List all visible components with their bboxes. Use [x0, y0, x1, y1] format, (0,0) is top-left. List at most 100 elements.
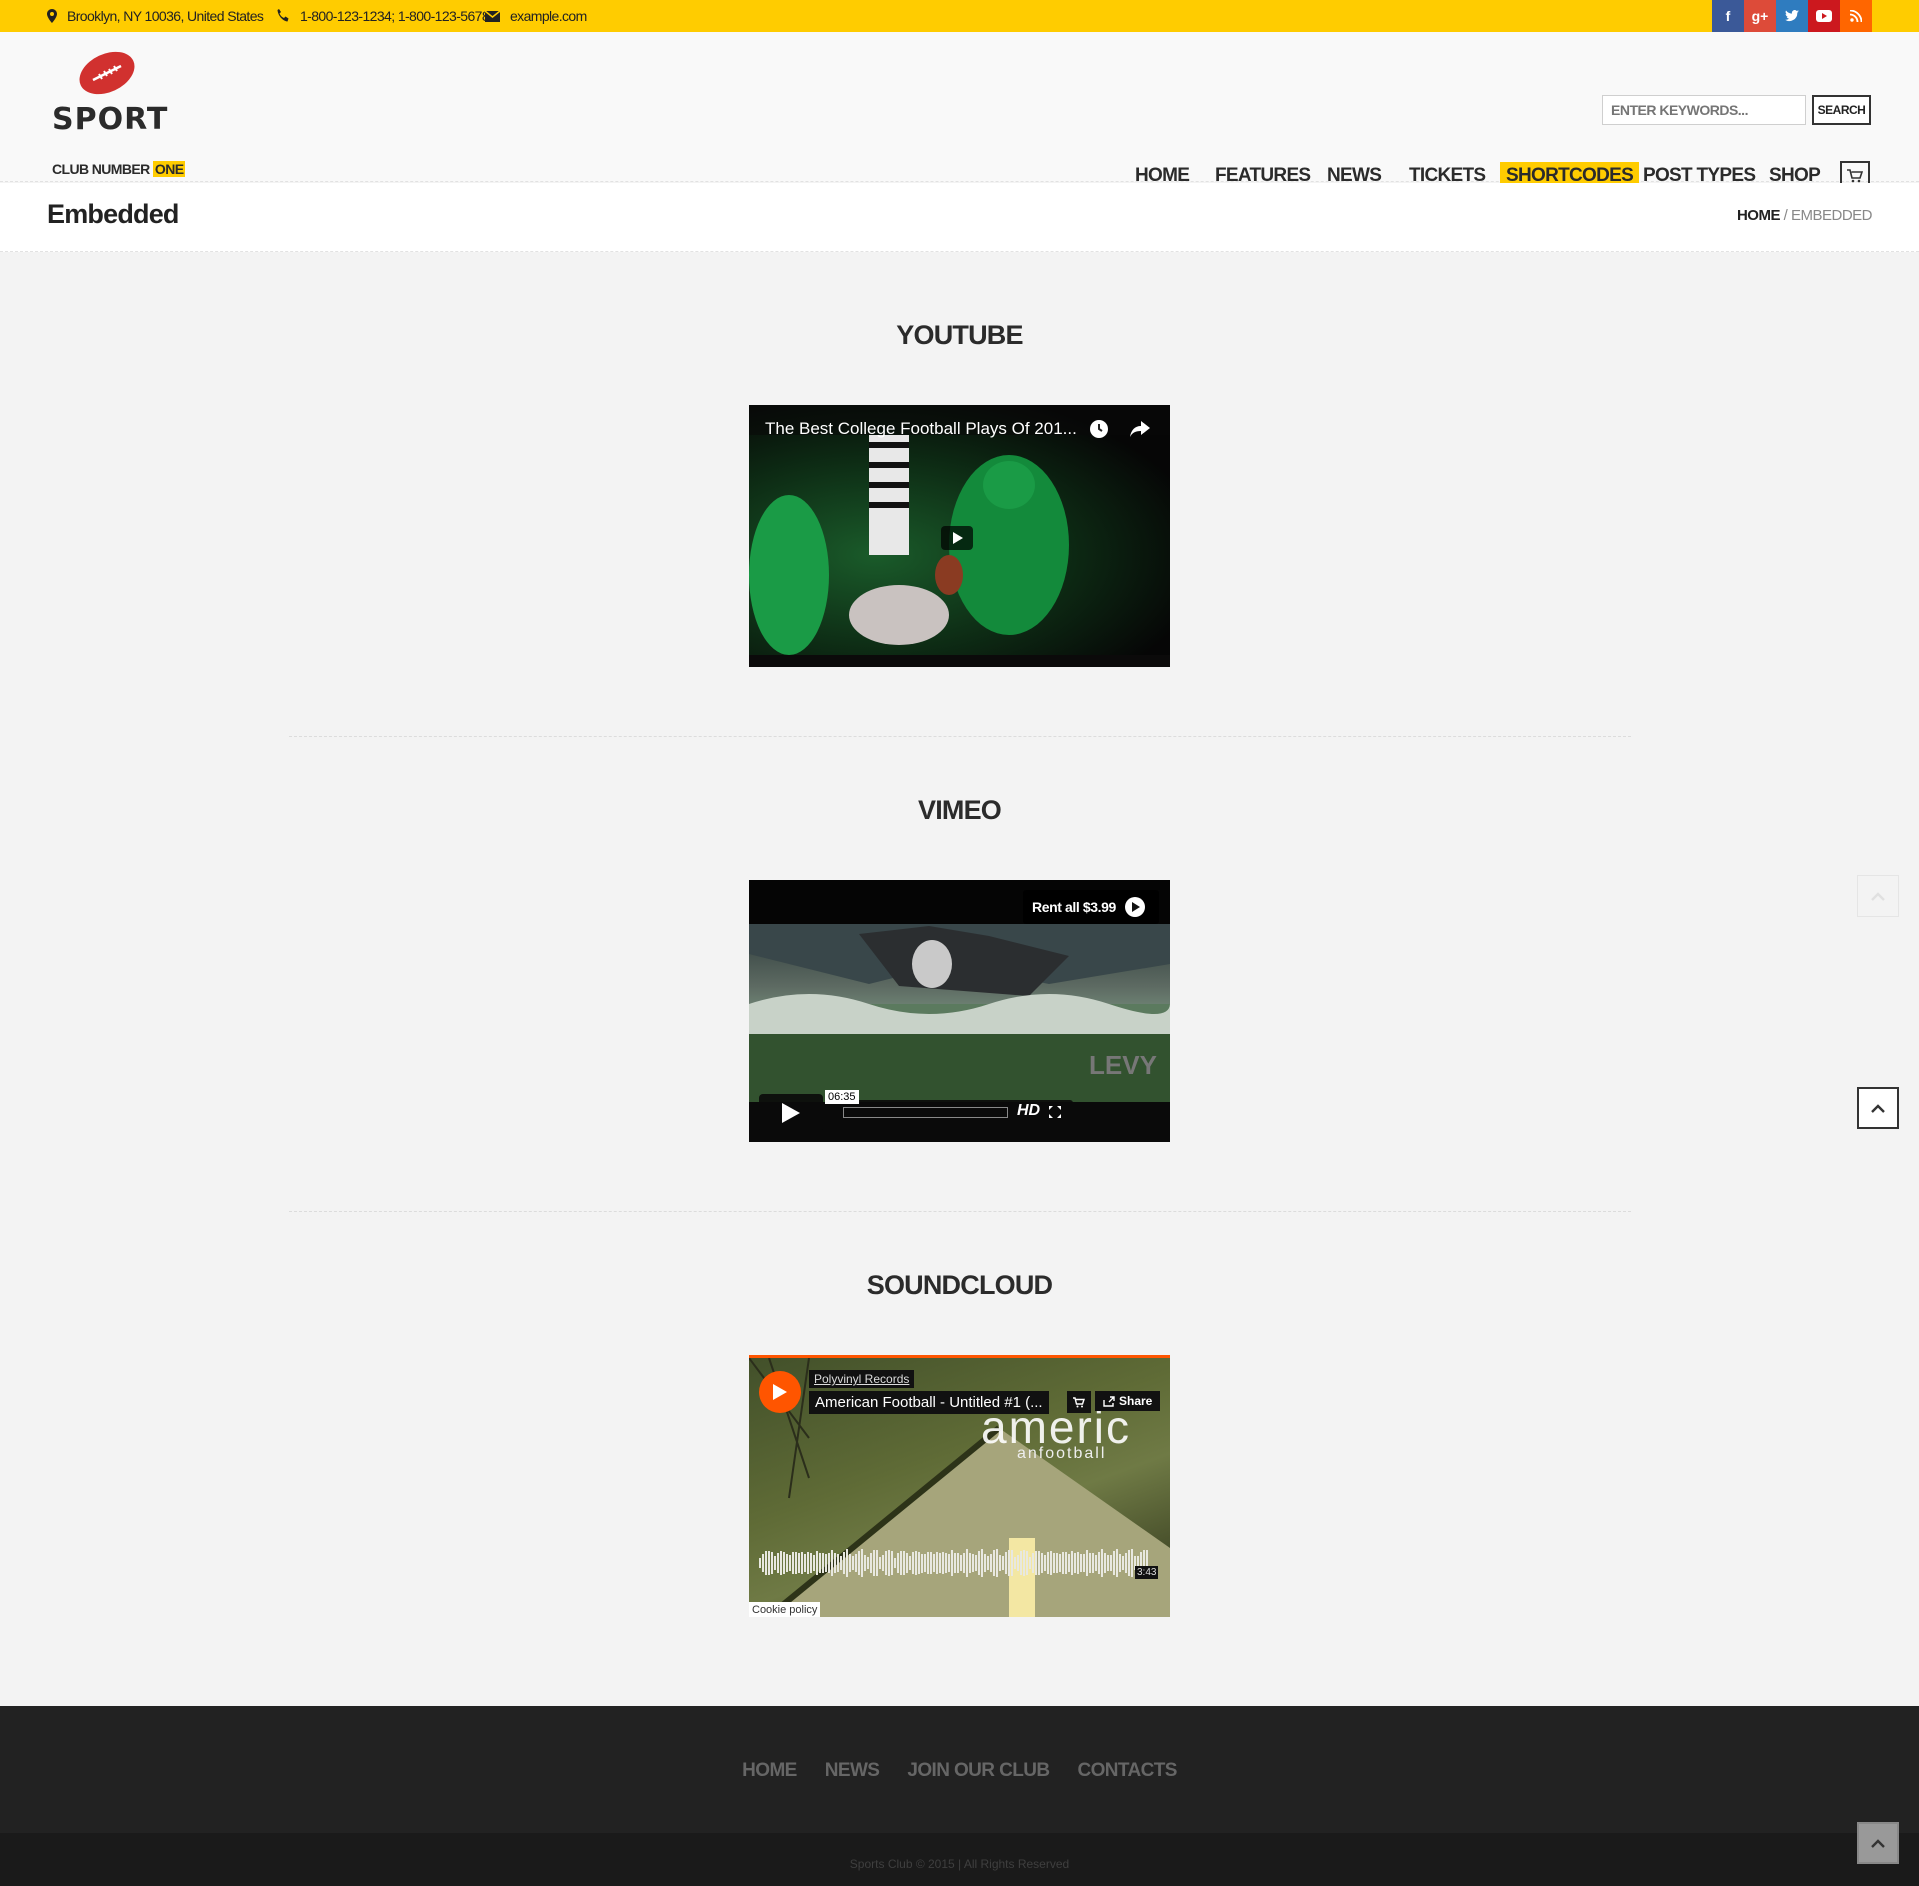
- waveform-bar: [1014, 1557, 1016, 1569]
- chevron-up-icon: [1871, 1103, 1885, 1113]
- waveform-bar: [876, 1549, 878, 1577]
- artwork-subtitle: anfootball: [1017, 1445, 1107, 1462]
- footer-nav-contacts[interactable]: CONTACTS: [1077, 1760, 1177, 1782]
- waveform-bar: [1017, 1554, 1019, 1572]
- waveform-bar: [786, 1553, 788, 1573]
- waveform-bar: [1119, 1554, 1121, 1572]
- soundcloud-heading: SOUNDCLOUD: [866, 1270, 1053, 1300]
- vimeo-progress-track[interactable]: [843, 1107, 1008, 1118]
- search-input[interactable]: [1602, 95, 1806, 125]
- page-title: Embedded: [47, 199, 179, 229]
- section-divider: [289, 1211, 1631, 1212]
- waveform-bar: [942, 1552, 944, 1574]
- watch-later-icon[interactable]: [1089, 419, 1109, 439]
- cart-icon: [1847, 169, 1863, 183]
- breadcrumb-home[interactable]: HOME: [1737, 207, 1781, 224]
- soundcloud-duration: 3:43: [1135, 1566, 1159, 1579]
- buy-button[interactable]: [1067, 1391, 1091, 1413]
- youtube-icon[interactable]: [1808, 0, 1840, 32]
- waveform-bar: [1083, 1554, 1085, 1572]
- soundcloud-user[interactable]: Polyvinyl Records: [809, 1370, 915, 1388]
- scroll-top-button-faded[interactable]: [1857, 875, 1899, 917]
- waveform-bar: [795, 1551, 797, 1575]
- waveform-bar: [945, 1553, 947, 1573]
- waveform-bar: [927, 1552, 929, 1574]
- soundcloud-track-title[interactable]: American Football - Untitled #1 (...: [809, 1391, 1049, 1414]
- soundcloud-player[interactable]: americ anfootball Polyvinyl Records Amer…: [749, 1355, 1170, 1617]
- waveform-bar: [1038, 1551, 1040, 1575]
- site-footer: HOME NEWS JOIN OUR CLUB CONTACTS: [0, 1706, 1919, 1833]
- waveform-bar: [906, 1552, 908, 1574]
- waveform-bar: [969, 1553, 971, 1573]
- footer-nav: HOME NEWS JOIN OUR CLUB CONTACTS: [0, 1760, 1919, 1782]
- waveform-bar: [1113, 1551, 1115, 1575]
- waveform-bar: [819, 1553, 821, 1573]
- waveform-bar: [840, 1555, 842, 1571]
- waveform-bar: [1095, 1555, 1097, 1571]
- soundcloud-waveform[interactable]: [759, 1546, 1159, 1580]
- waveform-bar: [831, 1549, 833, 1577]
- waveform-bar: [1080, 1553, 1082, 1573]
- facebook-icon[interactable]: f: [1712, 0, 1744, 32]
- waveform-bar: [1005, 1552, 1007, 1574]
- phone-text: 1-800-123-1234; 1-800-123-5678: [300, 8, 490, 24]
- site-header: SPORT CLUB NUMBER ONE SEARCH HOME FEATUR…: [0, 32, 1919, 191]
- rss-icon[interactable]: [1840, 0, 1872, 32]
- waveform-bar: [1029, 1557, 1031, 1569]
- share-icon[interactable]: [1129, 419, 1151, 439]
- play-circle-icon: [1124, 897, 1145, 917]
- hd-button[interactable]: HD: [1017, 1102, 1040, 1120]
- waveform-bar: [768, 1550, 770, 1576]
- waveform-bar: [1020, 1551, 1022, 1575]
- vimeo-player[interactable]: LEVY Rent all $3.99 HD 06:35: [749, 880, 1170, 1142]
- youtube-video-title[interactable]: The Best College Football Plays Of 201..…: [765, 419, 1077, 439]
- share-label: Share: [1119, 1394, 1153, 1408]
- footer-nav-home[interactable]: HOME: [742, 1760, 797, 1782]
- waveform-bar: [855, 1554, 857, 1572]
- waveform-bar: [975, 1555, 977, 1571]
- cookie-policy-link[interactable]: Cookie policy: [749, 1602, 821, 1617]
- waveform-bar: [930, 1551, 932, 1575]
- waveform-bar: [1011, 1550, 1013, 1576]
- vimeo-thumbnail: LEVY: [749, 924, 1170, 1102]
- rent-button[interactable]: Rent all $3.99: [1023, 890, 1159, 924]
- google-plus-icon[interactable]: g+: [1744, 0, 1776, 32]
- waveform-bar: [993, 1550, 995, 1576]
- youtube-heading: YOUTUBE: [896, 320, 1023, 350]
- youtube-player[interactable]: The Best College Football Plays Of 201..…: [749, 405, 1170, 667]
- waveform-bar: [843, 1551, 845, 1575]
- waveform-bar: [996, 1549, 998, 1577]
- waveform-bar: [852, 1555, 854, 1571]
- waveform-bar: [972, 1554, 974, 1572]
- waveform-bar: [864, 1555, 866, 1571]
- waveform-bar: [990, 1553, 992, 1573]
- waveform-bar: [987, 1555, 989, 1571]
- site-logo[interactable]: SPORT CLUB NUMBER ONE: [52, 50, 186, 177]
- search-button[interactable]: SEARCH: [1812, 95, 1871, 125]
- cart-icon: [1073, 1396, 1085, 1407]
- youtube-play-button[interactable]: [941, 526, 973, 550]
- scroll-top-button-footer[interactable]: [1857, 1822, 1899, 1864]
- twitter-icon[interactable]: [1776, 0, 1808, 32]
- chevron-up-icon: [1871, 891, 1885, 901]
- chevron-up-icon: [1871, 1838, 1885, 1848]
- vimeo-time: 06:35: [825, 1090, 859, 1104]
- email-text[interactable]: example.com: [510, 8, 587, 24]
- soundcloud-play-button[interactable]: [759, 1371, 801, 1413]
- waveform-bar: [957, 1553, 959, 1573]
- fullscreen-icon[interactable]: [1049, 1106, 1061, 1118]
- waveform-bar: [1023, 1550, 1025, 1576]
- soundcloud-share-button[interactable]: Share: [1095, 1391, 1161, 1411]
- waveform-bar: [912, 1552, 914, 1574]
- waveform-bar: [1062, 1552, 1064, 1574]
- waveform-bar: [1092, 1553, 1094, 1573]
- waveform-bar: [1071, 1551, 1073, 1575]
- footer-nav-news[interactable]: NEWS: [825, 1760, 880, 1782]
- scroll-top-button[interactable]: [1857, 1087, 1899, 1129]
- footer-nav-join[interactable]: JOIN OUR CLUB: [907, 1760, 1050, 1782]
- envelope-icon: [485, 10, 500, 22]
- waveform-bar: [1002, 1556, 1004, 1570]
- waveform-bar: [870, 1552, 872, 1574]
- waveform-bar: [774, 1556, 776, 1570]
- vimeo-play-button[interactable]: [759, 1094, 823, 1132]
